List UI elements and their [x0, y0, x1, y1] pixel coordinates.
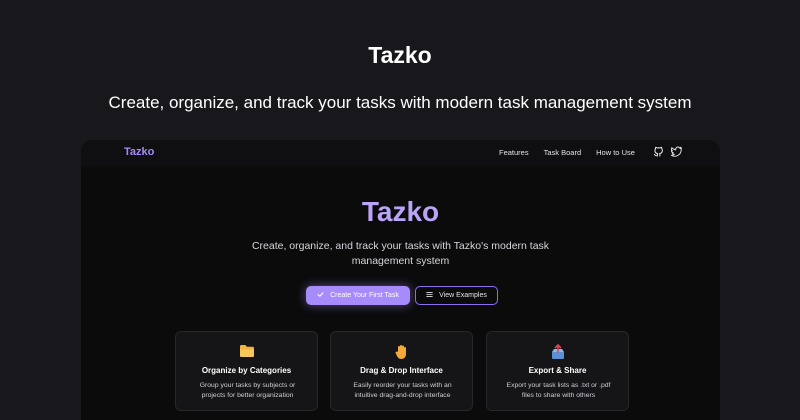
main-subtitle: Create, organize, and track your tasks w… [251, 240, 550, 267]
feature-card-drag-drop: Drag & Drop Interface Easily reorder you… [330, 331, 473, 411]
outbox-icon [487, 344, 628, 360]
app-preview-frame: Tazko Features Task Board How to Use Taz… [81, 140, 720, 420]
hero-subtitle: Create, organize, and track your tasks w… [108, 93, 692, 112]
feature-description: Easily reorder your tasks with an intuit… [353, 382, 452, 399]
view-examples-label: View Examples [439, 292, 487, 299]
feature-title: Export & Share [528, 366, 587, 375]
feature-title: Organize by Categories [201, 366, 292, 375]
nav-logo[interactable]: Tazko [124, 146, 154, 158]
navbar: Tazko Features Task Board How to Use [81, 140, 720, 166]
folder-icon [176, 344, 317, 358]
github-icon[interactable] [653, 146, 664, 157]
nav-icons [653, 146, 682, 157]
hero-title: Tazko [368, 42, 432, 68]
feature-title: Drag & Drop Interface [360, 366, 443, 375]
main-title: Tazko [361, 196, 440, 227]
nav-link-features[interactable]: Features [499, 148, 529, 157]
hand-icon [331, 344, 472, 360]
list-icon [426, 291, 433, 300]
view-examples-button[interactable]: View Examples [415, 286, 498, 305]
feature-description: Group your tasks by subjects or projects… [199, 382, 296, 399]
check-icon [317, 291, 324, 300]
twitter-icon[interactable] [671, 146, 682, 157]
nav-links: Features Task Board How to Use [499, 148, 635, 157]
feature-description: Export your task lists as .txt or .pdf f… [506, 382, 611, 399]
create-first-task-label: Create Your First Task [330, 292, 399, 299]
nav-link-how-to-use[interactable]: How to Use [596, 148, 635, 157]
feature-card-categories: Organize by Categories Group your tasks … [175, 331, 318, 411]
create-first-task-button[interactable]: Create Your First Task [306, 286, 410, 305]
nav-link-task-board[interactable]: Task Board [544, 148, 582, 157]
feature-card-export: Export & Share Export your task lists as… [486, 331, 629, 411]
